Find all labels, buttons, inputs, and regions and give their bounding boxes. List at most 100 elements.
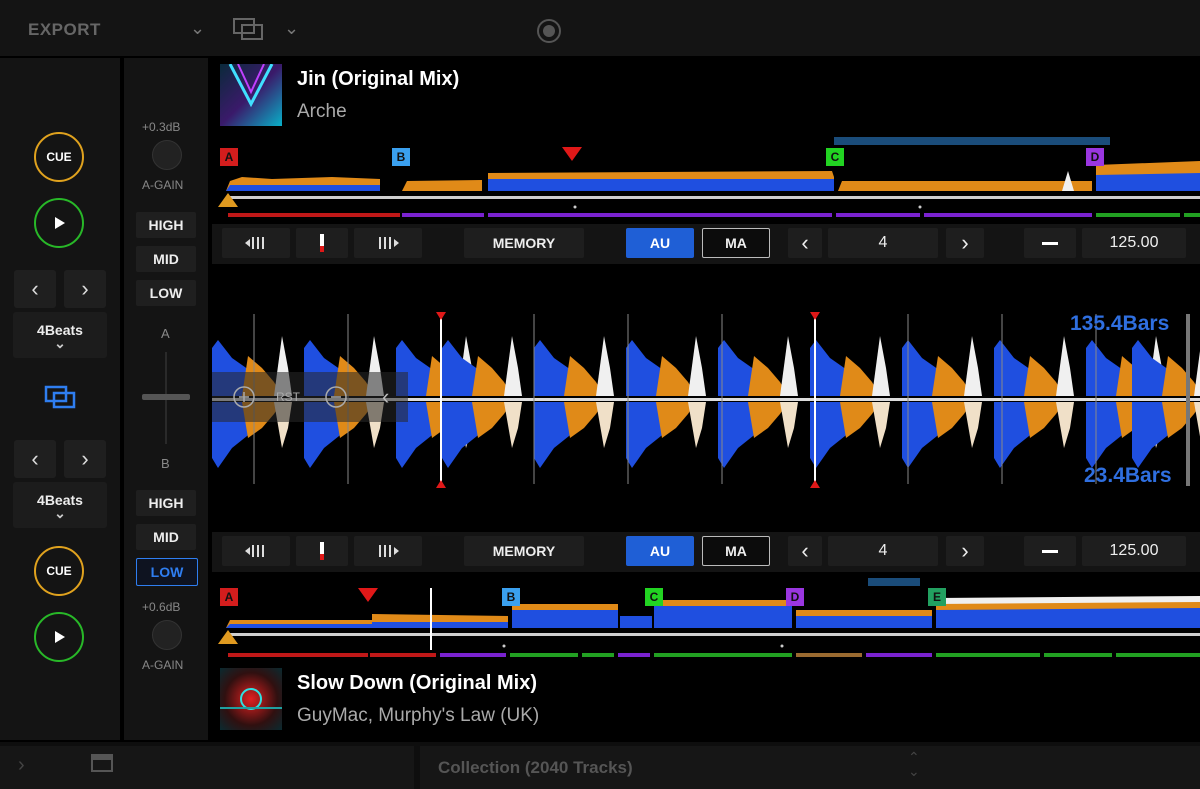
- hot-cue-c-deck1[interactable]: C: [826, 148, 844, 166]
- play-button-deck2[interactable]: [34, 612, 84, 662]
- crossfader-handle[interactable]: [142, 394, 190, 400]
- zoom-reset-button[interactable]: RST: [276, 390, 300, 404]
- loop-increase-button-deck1[interactable]: ›: [946, 228, 984, 258]
- overview-waveform-deck1[interactable]: [212, 135, 1200, 220]
- hot-cue-c-deck2[interactable]: C: [645, 588, 663, 606]
- manual-button-deck2[interactable]: MA: [702, 536, 770, 566]
- hot-cue-b-deck2[interactable]: B: [502, 588, 520, 606]
- eq-mid-deck1[interactable]: MID: [136, 246, 196, 272]
- beatgrid-shift-left-button[interactable]: [222, 536, 290, 566]
- zoom-in-icon[interactable]: [232, 385, 256, 414]
- chevron-down-icon: ⌄: [54, 335, 66, 351]
- overview-waveform-deck2[interactable]: [212, 574, 1200, 662]
- hot-cue-b-deck1[interactable]: B: [392, 148, 410, 166]
- chevron-right-icon: ›: [961, 230, 969, 255]
- window-icon[interactable]: [90, 752, 114, 779]
- zoom-out-icon[interactable]: [324, 385, 348, 414]
- gain-db-deck1: +0.3dB: [142, 120, 181, 134]
- minus-icon: [1042, 241, 1058, 245]
- beat-jump-select-deck2[interactable]: 4Beats ⌄: [13, 482, 107, 528]
- track-artist-deck1: Arche: [297, 101, 347, 122]
- track-artist-deck2: GuyMac, Murphy's Law (UK): [297, 705, 540, 726]
- hot-cue-a-deck2[interactable]: A: [220, 588, 238, 606]
- beat-jump-forward-button-deck1[interactable]: ›: [64, 270, 106, 308]
- top-bar: EXPORT ⌄ ⌄: [0, 0, 1200, 58]
- loop-length-value-deck1: 4: [828, 228, 938, 258]
- gain-knob-deck2[interactable]: [152, 620, 182, 650]
- zoom-controls: RST ‹: [212, 372, 408, 422]
- gain-knob-deck1[interactable]: [152, 140, 182, 170]
- chevron-right-icon: ›: [961, 538, 969, 563]
- browser-bar: › Collection (2040 Tracks) ⌃ ⌄: [0, 742, 1200, 789]
- export-mode-label[interactable]: EXPORT: [28, 20, 101, 40]
- grid-left-icon: [245, 545, 264, 557]
- beatgrid-shift-left-button[interactable]: [222, 228, 290, 258]
- chevron-right-icon[interactable]: ›: [18, 754, 25, 777]
- cue-button-deck1[interactable]: CUE: [34, 132, 84, 182]
- eq-low-deck2[interactable]: LOW: [136, 558, 198, 586]
- auto-button-deck2[interactable]: AU: [626, 536, 694, 566]
- chevron-down-icon[interactable]: ⌄: [190, 18, 205, 39]
- chevron-left-icon: ‹: [801, 230, 809, 255]
- hot-cue-e-deck2[interactable]: E: [928, 588, 946, 606]
- manual-button-deck1[interactable]: MA: [702, 228, 770, 258]
- track-title-deck2: Slow Down (Original Mix): [297, 672, 537, 694]
- chevron-right-icon: ›: [81, 446, 89, 471]
- toolbar-deck1: MEMORY AU MA ‹ 4 › 125.00: [212, 224, 1200, 264]
- beatgrid-set-button[interactable]: [296, 536, 348, 566]
- bars-remaining-deck1: 135.4Bars: [1070, 312, 1170, 335]
- hot-cue-a-deck1[interactable]: A: [220, 148, 238, 166]
- bars-remaining-deck2: 23.4Bars: [1084, 464, 1172, 487]
- play-button-deck1[interactable]: [34, 198, 84, 248]
- memory-button-deck2[interactable]: MEMORY: [464, 536, 584, 566]
- hot-cue-d-deck1[interactable]: D: [1086, 148, 1104, 166]
- chevron-left-icon: ‹: [31, 276, 39, 301]
- auto-button-deck1[interactable]: AU: [626, 228, 694, 258]
- loop-decrease-button-deck1[interactable]: ‹: [788, 228, 822, 258]
- memory-button-deck1[interactable]: MEMORY: [464, 228, 584, 258]
- gain-label-deck1: A-GAIN: [142, 178, 184, 192]
- bpm-decrease-button-deck1[interactable]: [1024, 228, 1076, 258]
- eq-low-deck1[interactable]: LOW: [136, 280, 196, 306]
- sort-icon[interactable]: ⌃ ⌄: [908, 750, 920, 778]
- collapse-zoom-icon[interactable]: ‹: [382, 384, 389, 410]
- beat-jump-forward-button-deck2[interactable]: ›: [64, 440, 106, 478]
- minus-icon: [1042, 549, 1058, 553]
- browser-left-pane: ›: [0, 746, 414, 789]
- beat-jump-back-button-deck1[interactable]: ‹: [14, 270, 56, 308]
- mixer-panel: +0.3dB A-GAIN HIGH MID LOW A B HIGH MID …: [124, 58, 208, 740]
- beatgrid-shift-right-button[interactable]: [354, 536, 422, 566]
- bpm-value-deck2: 125.00: [1082, 536, 1186, 566]
- loop-length-value-deck2: 4: [828, 536, 938, 566]
- record-icon[interactable]: [536, 18, 562, 49]
- chevron-down-icon: ⌄: [54, 505, 66, 521]
- beatgrid-shift-right-button[interactable]: [354, 228, 422, 258]
- channel-label-a: A: [161, 326, 170, 341]
- loop-decrease-button-deck2[interactable]: ‹: [788, 536, 822, 566]
- eq-mid-deck2[interactable]: MID: [136, 524, 196, 550]
- channel-label-b: B: [161, 456, 170, 471]
- bpm-decrease-button-deck2[interactable]: [1024, 536, 1076, 566]
- grid-right-icon: [379, 237, 399, 249]
- loop-increase-button-deck2[interactable]: ›: [946, 536, 984, 566]
- hot-cue-d-deck2[interactable]: D: [786, 588, 804, 606]
- grid-marker-icon: [320, 542, 324, 560]
- eq-high-deck1[interactable]: HIGH: [136, 212, 196, 238]
- cue-button-deck2[interactable]: CUE: [34, 546, 84, 596]
- chevron-down-icon[interactable]: ⌄: [284, 18, 299, 39]
- album-art-deck2: [220, 668, 282, 730]
- transport-panel: CUE ‹ › 4Beats ⌄ ‹ › 4Beats ⌄ CUE: [0, 58, 120, 740]
- beat-jump-back-button-deck2[interactable]: ‹: [14, 440, 56, 478]
- toolbar-deck2: MEMORY AU MA ‹ 4 › 125.00: [212, 532, 1200, 572]
- album-art-deck1: [220, 63, 282, 126]
- play-icon: [55, 217, 65, 229]
- collection-label[interactable]: Collection (2040 Tracks): [438, 758, 633, 778]
- chevron-left-icon: ‹: [31, 446, 39, 471]
- chevron-left-icon: ‹: [801, 538, 809, 563]
- beatgrid-set-button[interactable]: [296, 228, 348, 258]
- grid-marker-icon: [320, 234, 324, 252]
- sync-layout-icon[interactable]: [44, 384, 78, 415]
- beat-jump-select-deck1[interactable]: 4Beats ⌄: [13, 312, 107, 358]
- layout-icon[interactable]: [232, 16, 266, 47]
- eq-high-deck2[interactable]: HIGH: [136, 490, 196, 516]
